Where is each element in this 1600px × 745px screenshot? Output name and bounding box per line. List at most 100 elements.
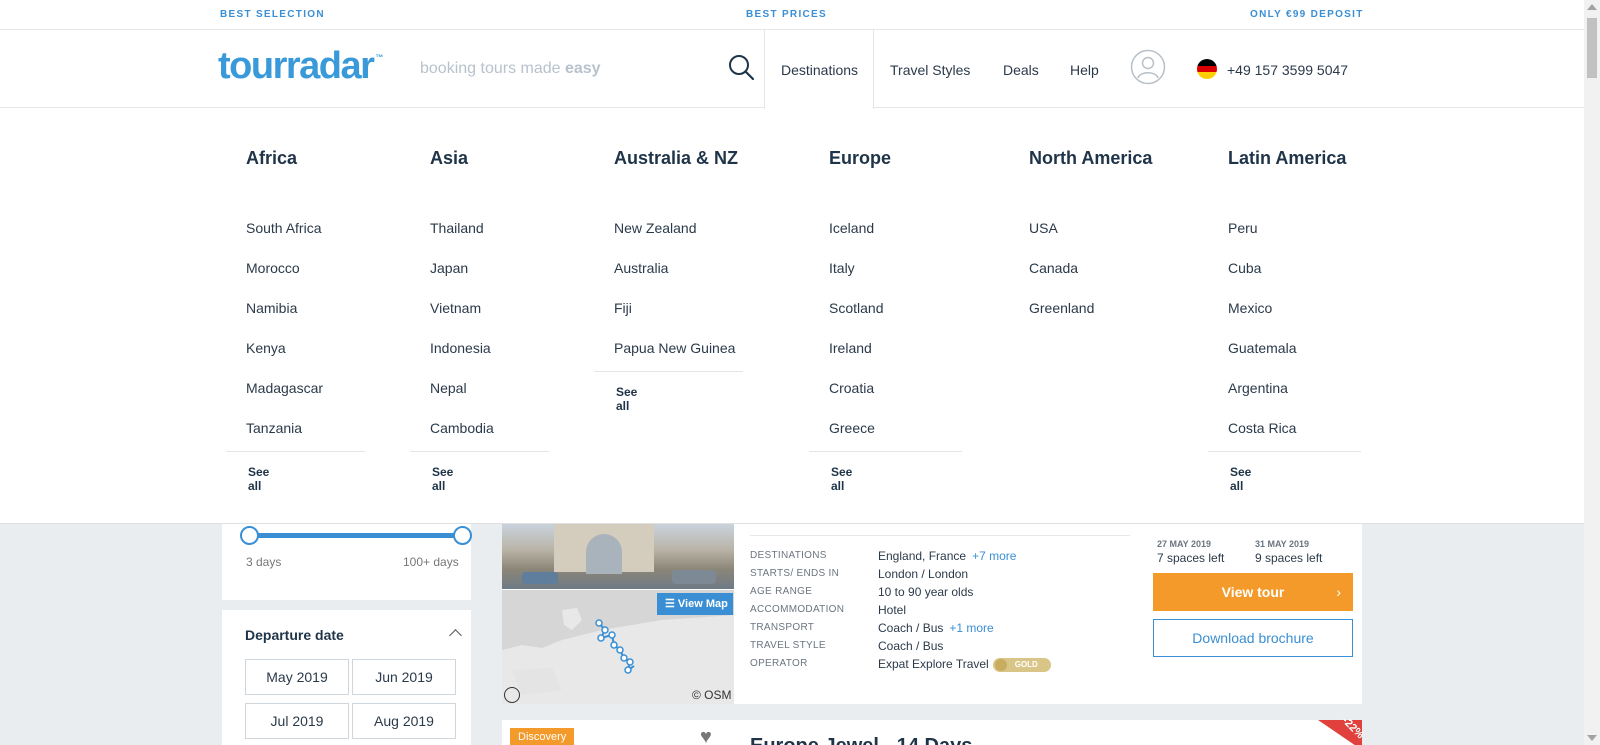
country-link[interactable]: Peru	[1228, 220, 1258, 236]
detail-key: OPERATOR	[750, 658, 808, 669]
tour-photo[interactable]	[502, 524, 734, 589]
more-link[interactable]: +7 more	[972, 549, 1016, 563]
detail-value-text: England, France	[878, 549, 967, 563]
benefit-best-selection: BEST SELECTION	[220, 9, 325, 20]
nav-help[interactable]: Help	[1070, 62, 1099, 78]
tourradar-logo[interactable]: tourradar ™	[218, 45, 383, 88]
country-link[interactable]: Italy	[829, 260, 855, 276]
nav-travel-styles[interactable]: Travel Styles	[890, 62, 970, 78]
region-title[interactable]: Africa	[246, 148, 297, 169]
duration-slider-track[interactable]	[249, 533, 462, 538]
duration-slider-min-handle[interactable]	[240, 526, 259, 545]
logo-text: tourradar	[218, 45, 375, 87]
country-link[interactable]: Iceland	[829, 220, 874, 236]
month-button-jun[interactable]: Jun 2019	[352, 659, 456, 695]
country-link[interactable]: Nepal	[430, 380, 467, 396]
scroll-down-arrow-icon[interactable]	[1587, 735, 1597, 741]
country-link[interactable]: Costa Rica	[1228, 420, 1296, 436]
arch-opening	[586, 534, 622, 574]
country-link[interactable]: Fiji	[614, 300, 632, 316]
search-icon[interactable]	[726, 52, 756, 82]
detail-value: Coach / Bus	[878, 639, 943, 653]
view-map-button[interactable]: ☰ View Map	[657, 593, 733, 615]
country-link[interactable]: Argentina	[1228, 380, 1288, 396]
country-link[interactable]: Tanzania	[246, 420, 302, 436]
detail-value-text: Coach / Bus	[878, 621, 944, 635]
month-button-jul[interactable]: Jul 2019	[245, 703, 349, 739]
country-link[interactable]: Vietnam	[430, 300, 481, 316]
region-divider	[809, 451, 962, 452]
see-all-link[interactable]: See all	[1230, 465, 1251, 493]
see-all-link[interactable]: See all	[831, 465, 852, 493]
duration-slider-max-handle[interactable]	[453, 526, 472, 545]
nav-deals[interactable]: Deals	[1003, 62, 1039, 78]
map-attribution-icon[interactable]	[504, 687, 520, 703]
logo-trademark: ™	[375, 53, 384, 62]
country-link[interactable]: Ireland	[829, 340, 872, 356]
departure-date-1: 27 MAY 2019	[1157, 539, 1212, 549]
see-all-link[interactable]: See all	[248, 465, 269, 493]
benefit-deposit: ONLY €99 DEPOSIT	[1250, 9, 1364, 20]
country-link[interactable]: Australia	[614, 260, 668, 276]
region-title[interactable]: Asia	[430, 148, 468, 169]
detail-value-text: 10 to 90 year olds	[878, 585, 974, 599]
country-link[interactable]: Namibia	[246, 300, 297, 316]
country-link[interactable]: Guatemala	[1228, 340, 1296, 356]
region-title[interactable]: Latin America	[1228, 148, 1346, 169]
view-tour-button[interactable]: View tour ›	[1153, 573, 1353, 611]
country-link[interactable]: Scotland	[829, 300, 883, 316]
country-link[interactable]: USA	[1029, 220, 1058, 236]
see-all-link[interactable]: See all	[616, 385, 637, 413]
chevron-right-icon: ›	[1336, 584, 1341, 600]
duration-min-label: 3 days	[246, 555, 282, 569]
region-title[interactable]: Europe	[829, 148, 891, 169]
country-link[interactable]: Cambodia	[430, 420, 494, 436]
download-brochure-button[interactable]: Download brochure	[1153, 619, 1353, 657]
country-link[interactable]: Papua New Guinea	[614, 340, 735, 356]
germany-flag-icon[interactable]	[1197, 59, 1217, 79]
country-link[interactable]: South Africa	[246, 220, 322, 236]
region-title[interactable]: Australia & NZ	[614, 148, 738, 169]
detail-key: ACCOMMODATION	[750, 604, 845, 615]
country-link[interactable]: Greece	[829, 420, 875, 436]
country-link[interactable]: Cuba	[1228, 260, 1261, 276]
flag-stripe	[1197, 72, 1217, 79]
country-link[interactable]: Madagascar	[246, 380, 323, 396]
see-all-link[interactable]: See all	[432, 465, 453, 493]
view-map-label: View Map	[677, 598, 728, 610]
country-link[interactable]: Morocco	[246, 260, 300, 276]
detail-value: 10 to 90 year olds	[878, 585, 973, 599]
phone-number[interactable]: +49 157 3599 5047	[1227, 62, 1348, 78]
country-link[interactable]: Croatia	[829, 380, 874, 396]
scrollbar-thumb[interactable]	[1587, 18, 1597, 78]
discovery-badge: Discovery	[510, 728, 575, 745]
detail-key: STARTS/ ENDS IN	[750, 568, 840, 579]
country-link[interactable]: New Zealand	[614, 220, 697, 236]
region-divider	[226, 451, 365, 452]
more-link[interactable]: +1 more	[949, 621, 993, 635]
car-shape	[522, 572, 558, 584]
nav-destinations-tab[interactable]: Destinations	[764, 30, 874, 109]
detail-value-text: Coach / Bus	[878, 639, 944, 653]
detail-value: Coach / Bus +1 more	[878, 621, 994, 635]
tour-2-title[interactable]: Europe Jewel - 14 Days	[750, 735, 972, 745]
heart-icon[interactable]: ♥	[700, 727, 712, 745]
month-button-may[interactable]: May 2019	[245, 659, 349, 695]
tagline-emphasis: easy	[564, 60, 601, 77]
country-link[interactable]: Thailand	[430, 220, 484, 236]
user-account-icon[interactable]	[1130, 49, 1166, 85]
month-button-aug[interactable]: Aug 2019	[352, 703, 456, 739]
scroll-up-arrow-icon[interactable]	[1587, 4, 1597, 10]
country-link[interactable]: Kenya	[246, 340, 286, 356]
top-benefits-bar: BEST SELECTION BEST PRICES ONLY €99 DEPO…	[0, 0, 1584, 30]
flag-stripe	[1197, 65, 1217, 73]
country-link[interactable]: Mexico	[1228, 300, 1272, 316]
country-link[interactable]: Indonesia	[430, 340, 491, 356]
destinations-mega-menu: Africa South Africa Morocco Namibia Kenya Mad…	[0, 108, 1584, 524]
country-link[interactable]: Greenland	[1029, 300, 1094, 316]
tagline-text: booking tours made	[420, 60, 565, 77]
page-scrollbar[interactable]	[1584, 0, 1600, 745]
country-link[interactable]: Canada	[1029, 260, 1078, 276]
country-link[interactable]: Japan	[430, 260, 468, 276]
region-title[interactable]: North America	[1029, 148, 1152, 169]
